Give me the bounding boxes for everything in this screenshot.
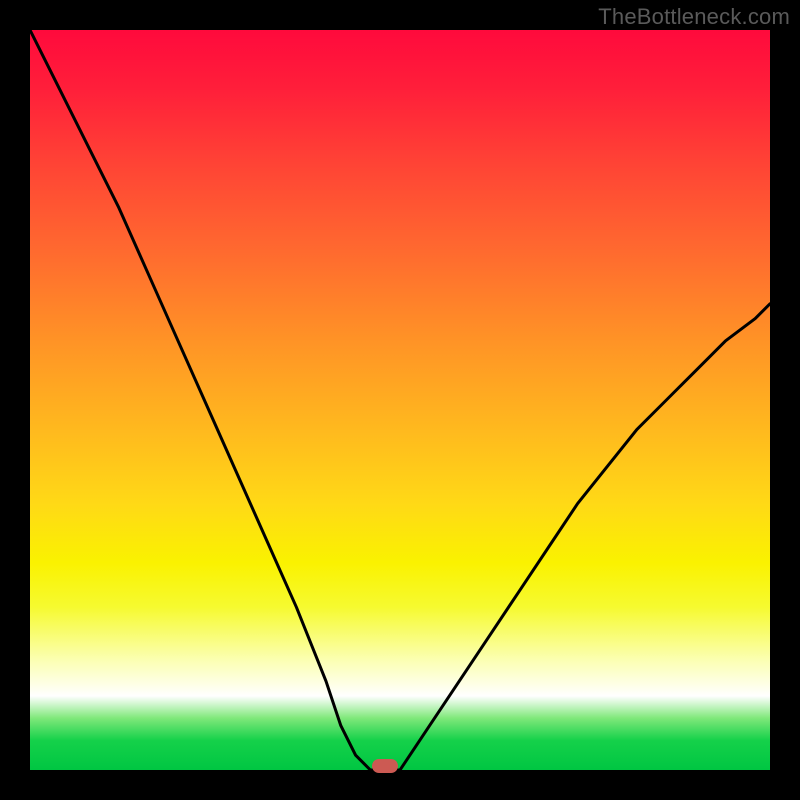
curve-path bbox=[30, 30, 770, 770]
optimum-marker bbox=[372, 759, 398, 773]
plot-area bbox=[30, 30, 770, 770]
chart-frame: TheBottleneck.com bbox=[0, 0, 800, 800]
watermark-text: TheBottleneck.com bbox=[598, 4, 790, 30]
bottleneck-curve bbox=[30, 30, 770, 770]
